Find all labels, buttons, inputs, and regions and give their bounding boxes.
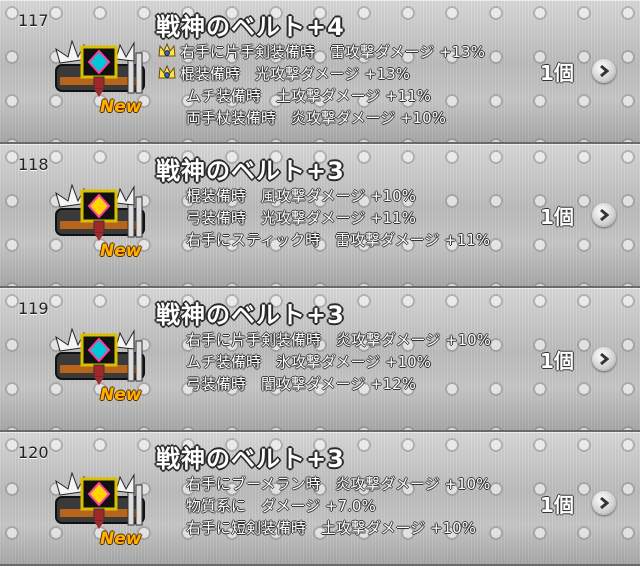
effect-line: 右手にブーメラン時 炎攻撃ダメージ +10% (186, 475, 491, 493)
new-badge: New (100, 529, 142, 549)
item-quantity: 1個 (540, 349, 574, 373)
effect-text: 右手に片手剣装備時 雷攻撃ダメージ +13% (180, 43, 485, 61)
effect-text: 棍装備時 光攻撃ダメージ +13% (180, 65, 410, 83)
effect-line: 右手に短剣装備時 土攻撃ダメージ +10% (186, 519, 476, 537)
effect-line: 棍装備時 風攻撃ダメージ +10% (186, 187, 416, 205)
item-quantity: 1個 (540, 61, 574, 85)
item-name: 戦神のベルト+3 (156, 301, 345, 329)
item-row[interactable]: 120 New 戦神のベルト+3 右手にブーメラン時 炎攻撃ダメージ +10% … (0, 432, 640, 566)
item-row[interactable]: 117 New 戦神のベルト+4 右手に片手剣装備時 雷攻撃ダメージ +13% (0, 0, 640, 144)
new-badge: New (100, 241, 142, 261)
effect-line: 物質系に ダメージ +7.0% (186, 497, 376, 515)
item-name: 戦神のベルト+3 (156, 157, 345, 185)
item-quantity: 1個 (540, 205, 574, 229)
effect-line: 弓装備時 光攻撃ダメージ +11% (186, 209, 416, 227)
detail-arrow-button[interactable] (592, 347, 616, 371)
effect-line: 右手に片手剣装備時 雷攻撃ダメージ +13% (158, 41, 485, 63)
effect-line: ムチ装備時 氷攻撃ダメージ +10% (186, 353, 431, 371)
effect-list: 右手に片手剣装備時 雷攻撃ダメージ +13% 棍装備時 光攻撃ダメージ +13%… (158, 41, 485, 129)
crown-icon (158, 43, 176, 57)
effect-line: 弓装備時 闇攻撃ダメージ +12% (186, 375, 416, 393)
effect-list: 右手にブーメラン時 炎攻撃ダメージ +10% 物質系に ダメージ +7.0% 右… (158, 473, 490, 539)
item-number: 119 (18, 299, 49, 318)
effect-list: 右手に片手剣装備時 炎攻撃ダメージ +10% ムチ装備時 氷攻撃ダメージ +10… (158, 329, 491, 395)
effect-line: 右手に片手剣装備時 炎攻撃ダメージ +10% (186, 331, 491, 349)
effect-line: 棍装備時 光攻撃ダメージ +13% (158, 63, 485, 85)
item-quantity: 1個 (540, 493, 574, 517)
chevron-right-icon (600, 208, 610, 222)
effect-line: 右手にスティック時 雷攻撃ダメージ +11% (186, 231, 491, 249)
equipment-list: 117 New 戦神のベルト+4 右手に片手剣装備時 雷攻撃ダメージ +13% (0, 0, 640, 566)
detail-arrow-button[interactable] (592, 491, 616, 515)
crown-icon (158, 65, 176, 79)
item-row[interactable]: 118 New 戦神のベルト+3 棍装備時 風攻撃ダメージ +10% 弓装備時 … (0, 144, 640, 288)
effect-list: 棍装備時 風攻撃ダメージ +10% 弓装備時 光攻撃ダメージ +11% 右手にス… (158, 185, 490, 251)
item-number: 117 (18, 11, 49, 30)
item-name: 戦神のベルト+4 (156, 13, 345, 41)
detail-arrow-button[interactable] (592, 203, 616, 227)
new-badge: New (100, 97, 142, 117)
item-row[interactable]: 119 New 戦神のベルト+3 右手に片手剣装備時 炎攻撃ダメージ +10% … (0, 288, 640, 432)
chevron-right-icon (600, 352, 610, 366)
new-badge: New (100, 385, 142, 405)
chevron-right-icon (600, 496, 610, 510)
detail-arrow-button[interactable] (592, 59, 616, 83)
chevron-right-icon (600, 64, 610, 78)
item-number: 118 (18, 155, 49, 174)
effect-line: ムチ装備時 土攻撃ダメージ +11% (186, 87, 431, 105)
item-number: 120 (18, 443, 49, 462)
effect-line: 両手杖装備時 炎攻撃ダメージ +10% (186, 109, 446, 127)
item-name: 戦神のベルト+3 (156, 445, 345, 473)
